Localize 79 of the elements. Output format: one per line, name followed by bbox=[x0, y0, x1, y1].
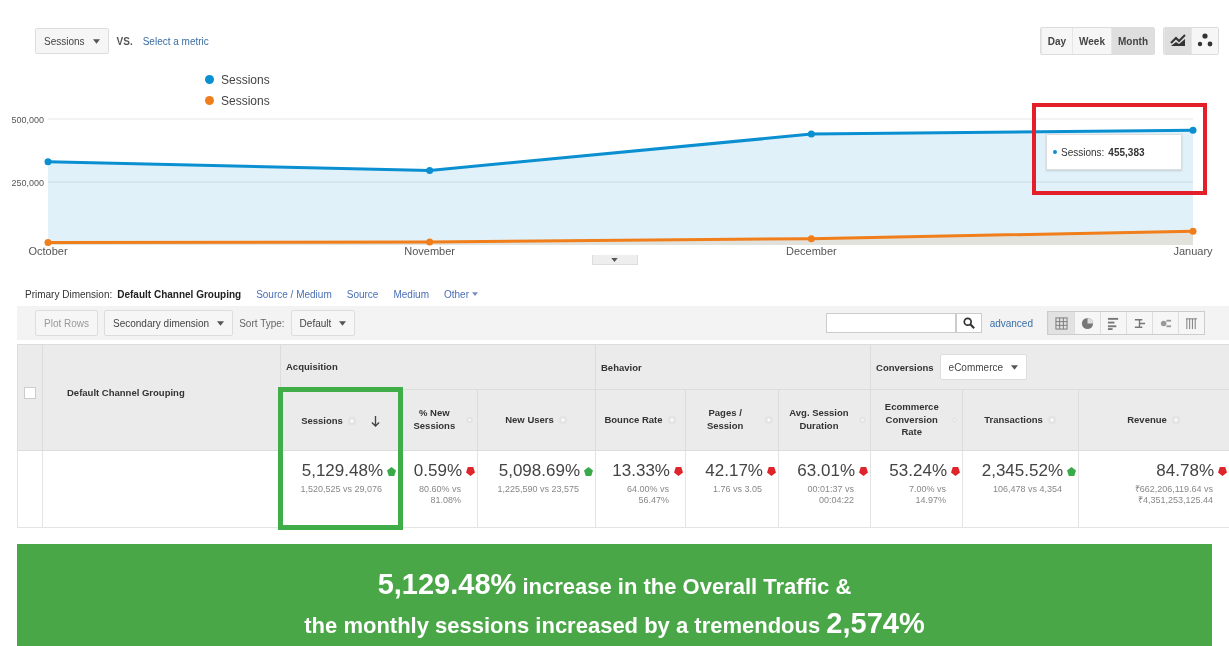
other-menu-link[interactable]: Other bbox=[444, 288, 478, 300]
caret-icon bbox=[472, 292, 478, 296]
y-tick-label: 250,000 bbox=[11, 177, 44, 188]
select-metric-link[interactable]: Select a metric bbox=[142, 35, 209, 47]
legend-label: Sessions bbox=[221, 72, 270, 87]
line-chart-button[interactable] bbox=[1164, 28, 1191, 54]
comparison-text: 64.00% vs 56.47% bbox=[625, 484, 670, 507]
total-value: 5,098.69% bbox=[498, 461, 580, 481]
total-value: 2,345.52% bbox=[981, 461, 1064, 481]
collapse-tab[interactable] bbox=[591, 255, 638, 265]
bars-view-icon bbox=[1107, 316, 1120, 330]
vs-label: VS. bbox=[116, 35, 133, 47]
x-axis-label: October bbox=[28, 245, 68, 257]
dimension-link[interactable]: Source / Medium bbox=[256, 288, 332, 300]
group-header: Acquisition bbox=[286, 360, 338, 372]
total-value: 53.24% bbox=[889, 461, 948, 481]
caret-icon bbox=[611, 257, 618, 262]
comparison-text: 80.60% vs 81.08% bbox=[417, 484, 462, 507]
conversions-dropdown[interactable]: eCommerce bbox=[939, 354, 1028, 380]
caret-icon bbox=[92, 38, 100, 44]
comparison-text: ₹662,206,119.64 vs ₹4,351,253,125.44 bbox=[1133, 484, 1215, 507]
period-button[interactable]: Day bbox=[1040, 28, 1073, 54]
sort-down-icon[interactable] bbox=[370, 415, 380, 427]
table-view-icon bbox=[1055, 316, 1068, 330]
total-value: 5,129.48% bbox=[301, 461, 383, 481]
banner-text: the monthly sessions increased by a tremendous 2,574% bbox=[304, 607, 925, 640]
secondary-dimension-dropdown[interactable]: Secondary dimension bbox=[104, 310, 234, 336]
comparison-text: 1,225,590 vs 23,575 bbox=[496, 484, 580, 496]
x-axis-label: December bbox=[785, 245, 837, 257]
y-tick-label: 500,000 bbox=[11, 114, 44, 125]
search-icon bbox=[962, 317, 975, 329]
comparison-text: 106,478 vs 4,354 bbox=[991, 484, 1064, 496]
tooltip-value: 455,383 bbox=[1108, 146, 1145, 158]
column-header[interactable]: Revenue bbox=[1127, 413, 1167, 427]
group-header: Behavior bbox=[601, 361, 642, 373]
tooltip-label: Sessions: bbox=[1061, 146, 1105, 158]
period-button[interactable]: Month bbox=[1111, 28, 1154, 54]
line-chart-icon bbox=[1170, 33, 1186, 47]
group-header: Conversions bbox=[876, 361, 934, 373]
comparison-text: 00:01:37 vs 00:04:22 bbox=[806, 484, 856, 507]
comparison-text: 7.00% vs 14.97% bbox=[908, 484, 948, 507]
dots-icon bbox=[1197, 33, 1213, 47]
column-header[interactable]: Transactions bbox=[984, 413, 1043, 427]
column-header[interactable]: Bounce Rate bbox=[604, 413, 663, 427]
table-view-button[interactable] bbox=[1048, 312, 1074, 334]
sort-type-dropdown[interactable]: Default bbox=[290, 310, 356, 336]
total-value: 0.59% bbox=[413, 461, 462, 481]
caret-icon bbox=[217, 320, 225, 326]
caret-icon bbox=[1011, 364, 1019, 370]
pivot-view-icon bbox=[1185, 316, 1198, 330]
select-all-checkbox[interactable] bbox=[24, 387, 36, 399]
column-header: Default Channel Grouping bbox=[67, 387, 185, 398]
total-value: 63.01% bbox=[797, 461, 856, 481]
search-button[interactable] bbox=[955, 313, 982, 333]
total-value: 84.78% bbox=[1156, 461, 1215, 481]
column-header[interactable]: Sessions bbox=[301, 414, 343, 428]
pie-view-icon bbox=[1081, 316, 1094, 330]
metric-dropdown[interactable]: Sessions bbox=[35, 28, 109, 54]
banner-text: 5,129.48% increase in the Overall Traffic & bbox=[377, 568, 852, 601]
compare-view-icon bbox=[1133, 316, 1146, 330]
caret-icon bbox=[339, 320, 347, 326]
total-value: 42.17% bbox=[705, 461, 763, 481]
dimension-link[interactable]: Medium bbox=[393, 288, 429, 300]
comparison-text: 1.76 vs 3.05 bbox=[711, 484, 763, 496]
sort-type-label: Sort Type: bbox=[239, 317, 285, 329]
search-field[interactable] bbox=[825, 313, 956, 333]
dimension-link[interactable]: Default Channel Grouping bbox=[117, 288, 242, 300]
series-dot-icon bbox=[1053, 150, 1057, 154]
dimension-link[interactable]: Source bbox=[346, 288, 379, 300]
legend-label: Sessions bbox=[221, 93, 270, 108]
primary-dimension-label: Primary Dimension: bbox=[25, 288, 113, 300]
column-header[interactable]: New Users bbox=[505, 413, 554, 427]
comparison-text: 1,520,525 vs 29,076 bbox=[299, 484, 383, 496]
dots-chart-button[interactable] bbox=[1191, 28, 1218, 54]
period-button[interactable]: Week bbox=[1072, 28, 1111, 54]
advanced-link[interactable]: advanced bbox=[989, 317, 1033, 329]
x-axis-label: January bbox=[1173, 245, 1213, 257]
x-axis-label: November bbox=[404, 245, 456, 257]
total-value: 13.33% bbox=[612, 461, 670, 481]
